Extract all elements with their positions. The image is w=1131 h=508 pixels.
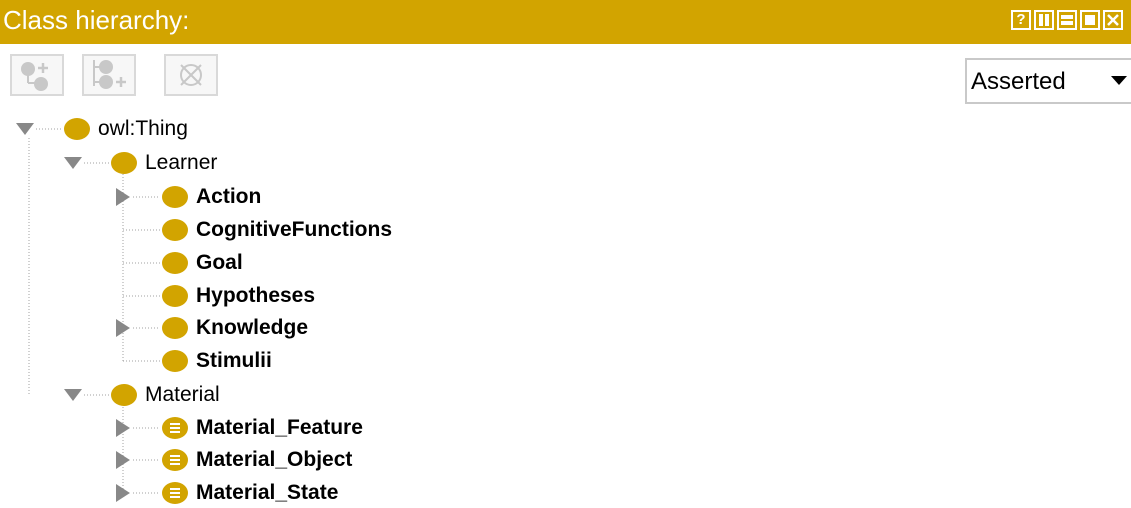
close-icon (1107, 14, 1119, 26)
class-tree: owl:Thing Learner Action CognitiveFuncti… (0, 108, 1131, 506)
class-icon (111, 384, 137, 406)
chevron-down-icon (1111, 76, 1127, 85)
help-icon: ? (1016, 11, 1026, 28)
defined-class-icon (162, 482, 188, 504)
tree-node-learner[interactable]: Learner (111, 148, 217, 178)
class-icon (162, 252, 188, 274)
tree-node-label: Material_Object (196, 448, 353, 471)
add-sibling-button[interactable] (82, 54, 136, 96)
view-title: Class hierarchy: (3, 5, 190, 35)
split-horizontal-button[interactable] (1057, 10, 1077, 30)
tree-node-material-feature[interactable]: Material_Feature (162, 413, 363, 443)
tree-node-stimulii[interactable]: Stimulii (162, 346, 272, 376)
add-subclass-icon (21, 62, 48, 91)
class-icon (64, 118, 90, 140)
delete-class-icon (180, 64, 202, 86)
split-vertical-icon (1039, 14, 1049, 26)
hierarchy-toolbar: Asserted (0, 44, 1131, 108)
tree-node-label: Material_State (196, 481, 339, 504)
class-hierarchy-view: Class hierarchy: ? Asserted owl:Thing Le… (0, 0, 1131, 506)
tree-node-label: Hypotheses (196, 284, 316, 307)
maximize-icon (1085, 15, 1095, 25)
tree-node-goal[interactable]: Goal (162, 248, 243, 278)
class-icon (111, 152, 137, 174)
view-title-bar: Class hierarchy: ? (0, 0, 1131, 44)
add-subclass-button[interactable] (10, 54, 64, 96)
tree-node-label: owl:Thing (98, 117, 188, 140)
tree-node-action[interactable]: Action (162, 182, 261, 212)
hierarchy-mode-value: Asserted (971, 68, 1066, 95)
tree-node-label: CognitiveFunctions (196, 218, 392, 241)
add-sibling-icon (93, 60, 126, 89)
tree-node-material-state[interactable]: Material_State (162, 478, 338, 508)
expanded-toggle-icon[interactable] (64, 157, 82, 169)
tree-node-label: Action (196, 185, 262, 208)
split-horizontal-icon (1061, 15, 1073, 25)
tree-node-label: Learner (145, 151, 218, 174)
class-icon (162, 317, 188, 339)
help-button[interactable]: ? (1011, 10, 1031, 30)
collapsed-toggle-icon[interactable] (116, 188, 130, 206)
class-icon (162, 350, 188, 372)
tree-node-label: Material_Feature (196, 416, 363, 439)
tree-node-label: Knowledge (196, 316, 309, 339)
collapsed-toggle-icon[interactable] (116, 451, 130, 469)
class-icon (162, 285, 188, 307)
tree-node-label: Goal (196, 251, 243, 274)
tree-node-cognitive-functions[interactable]: CognitiveFunctions (162, 215, 392, 245)
defined-class-icon (162, 417, 188, 439)
delete-class-button[interactable] (164, 54, 218, 96)
tree-node-owl-thing[interactable]: owl:Thing (64, 114, 188, 144)
tree-node-material[interactable]: Material (111, 380, 220, 410)
class-icon (162, 186, 188, 208)
expanded-toggle-icon[interactable] (16, 123, 34, 135)
expanded-toggle-icon[interactable] (64, 389, 82, 401)
defined-class-icon (162, 449, 188, 471)
maximize-button[interactable] (1080, 10, 1100, 30)
tree-node-label: Material (145, 383, 220, 406)
hierarchy-mode-select[interactable]: Asserted (965, 58, 1131, 104)
tree-node-label: Stimulii (196, 349, 272, 372)
tree-node-knowledge[interactable]: Knowledge (162, 313, 308, 343)
split-vertical-button[interactable] (1034, 10, 1054, 30)
tree-node-hypotheses[interactable]: Hypotheses (162, 281, 315, 311)
tree-node-material-object[interactable]: Material_Object (162, 445, 352, 475)
close-button[interactable] (1103, 10, 1123, 30)
collapsed-toggle-icon[interactable] (116, 484, 130, 502)
class-icon (162, 219, 188, 241)
window-controls: ? (1011, 10, 1123, 34)
